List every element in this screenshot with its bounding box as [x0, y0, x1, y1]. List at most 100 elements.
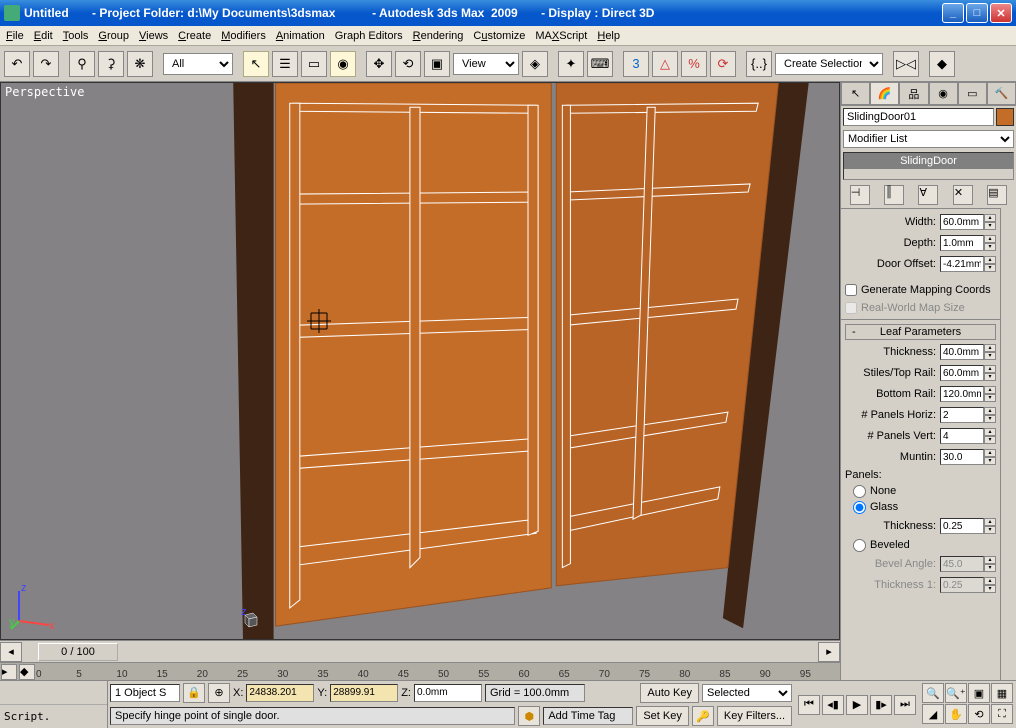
menu-help[interactable]: Help: [597, 30, 620, 42]
make-unique-button[interactable]: ∀: [918, 185, 938, 205]
menu-edit[interactable]: Edit: [34, 30, 53, 42]
utilities-tab[interactable]: 🔨: [987, 82, 1016, 105]
door-offset-input[interactable]: [940, 256, 984, 272]
scale-button[interactable]: ▣: [424, 51, 450, 77]
absolute-transform-button[interactable]: ⊕: [208, 683, 230, 703]
width-spin-up[interactable]: ▴: [984, 214, 996, 222]
modstack-item[interactable]: SlidingDoor: [844, 153, 1013, 169]
timeslider-right-button[interactable]: ▸: [818, 642, 840, 662]
modify-tab[interactable]: 🌈: [870, 82, 899, 105]
leaf-thickness-input[interactable]: [940, 344, 984, 360]
prev-frame-button[interactable]: ◂▮: [822, 695, 844, 715]
bind-spacewarp-button[interactable]: ❋: [127, 51, 153, 77]
create-tab[interactable]: ↖: [841, 82, 870, 105]
next-frame-button[interactable]: ▮▸: [870, 695, 892, 715]
remove-modifier-button[interactable]: ✕: [953, 185, 973, 205]
menu-maxscript[interactable]: MAXScript: [535, 30, 587, 42]
undo-button[interactable]: ↶: [4, 51, 30, 77]
keyboard-shortcut-button[interactable]: ⌨: [587, 51, 613, 77]
configure-sets-button[interactable]: ▤: [987, 185, 1007, 205]
menu-animation[interactable]: Animation: [276, 30, 325, 42]
add-time-tag[interactable]: Add Time Tag: [543, 707, 633, 725]
stiles-input[interactable]: [940, 365, 984, 381]
time-slider[interactable]: ◂ 0 / 100 ▸: [0, 640, 840, 662]
glass-thick-input[interactable]: [940, 518, 984, 534]
depth-spin-up[interactable]: ▴: [984, 235, 996, 243]
setkey-button[interactable]: Set Key: [636, 706, 689, 726]
panels-vert-input[interactable]: [940, 428, 984, 444]
width-input[interactable]: [940, 214, 984, 230]
orbit-button[interactable]: ⟲: [968, 704, 990, 724]
selection-filter-dropdown[interactable]: All: [163, 53, 233, 75]
panels-none-radio[interactable]: [853, 485, 866, 498]
goto-start-button[interactable]: ⏮: [798, 695, 820, 715]
modifier-stack[interactable]: SlidingDoor: [843, 152, 1014, 180]
y-coord[interactable]: 28899.91: [330, 684, 398, 702]
show-end-result-button[interactable]: ║: [884, 185, 904, 205]
move-button[interactable]: ✥: [366, 51, 392, 77]
percent-snap-button[interactable]: %: [681, 51, 707, 77]
motion-tab[interactable]: ◉: [929, 82, 958, 105]
menu-customize[interactable]: Customize: [473, 30, 525, 42]
pivot-center-button[interactable]: ◈: [522, 51, 548, 77]
trackbar-keys-button[interactable]: ◆: [19, 664, 35, 680]
menu-tools[interactable]: Tools: [63, 30, 89, 42]
goto-end-button[interactable]: ⏭: [894, 695, 916, 715]
pan-button[interactable]: ✋: [945, 704, 967, 724]
z-coord[interactable]: 0.0mm: [414, 684, 482, 702]
zoom-extents-button[interactable]: ▣: [968, 683, 990, 703]
select-button[interactable]: ↖: [243, 51, 269, 77]
lock-selection-button[interactable]: 🔒: [183, 683, 205, 703]
menu-views[interactable]: Views: [139, 30, 168, 42]
width-spin-down[interactable]: ▾: [984, 222, 996, 230]
object-color-swatch[interactable]: [996, 108, 1014, 126]
unlink-button[interactable]: ⚳: [98, 51, 124, 77]
comm-center-button[interactable]: ⬢: [518, 706, 540, 726]
depth-input[interactable]: [940, 235, 984, 251]
menu-rendering[interactable]: Rendering: [413, 30, 464, 42]
object-name-input[interactable]: [843, 108, 994, 126]
hierarchy-tab[interactable]: 品: [899, 82, 928, 105]
panels-glass-radio[interactable]: [853, 501, 866, 514]
trackbar-expand-button[interactable]: ▸: [1, 664, 17, 680]
modifier-list-dropdown[interactable]: Modifier List: [843, 130, 1014, 148]
spinner-snap-button[interactable]: ⟳: [710, 51, 736, 77]
menu-file[interactable]: File: [6, 30, 24, 42]
named-sel-edit-button[interactable]: {..}: [746, 51, 772, 77]
menu-create[interactable]: Create: [178, 30, 211, 42]
select-region-button[interactable]: ▭: [301, 51, 327, 77]
angle-snap-button[interactable]: △: [652, 51, 678, 77]
redo-button[interactable]: ↷: [33, 51, 59, 77]
offset-spin-up[interactable]: ▴: [984, 256, 996, 264]
select-by-name-button[interactable]: ☰: [272, 51, 298, 77]
pin-stack-button[interactable]: ⊣: [850, 185, 870, 205]
ref-coord-dropdown[interactable]: View: [453, 53, 519, 75]
zoom-button[interactable]: 🔍: [922, 683, 944, 703]
panels-beveled-radio[interactable]: [853, 539, 866, 552]
align-button[interactable]: ◆: [929, 51, 955, 77]
window-crossing-button[interactable]: ◉: [330, 51, 356, 77]
keyfilters-button[interactable]: Key Filters...: [717, 706, 792, 726]
zoom-all-button[interactable]: 🔍⁺: [945, 683, 967, 703]
manipulate-button[interactable]: ✦: [558, 51, 584, 77]
menu-modifiers[interactable]: Modifiers: [221, 30, 266, 42]
close-button[interactable]: ✕: [990, 3, 1012, 23]
cmdpanel-scrollbar[interactable]: [1000, 208, 1016, 680]
x-coord[interactable]: 24838.201: [246, 684, 314, 702]
maximize-viewport-button[interactable]: ⛶: [991, 704, 1013, 724]
trackbar[interactable]: ▸ ◆ 051015202530354045505560657075808590…: [0, 662, 840, 680]
depth-spin-down[interactable]: ▾: [984, 243, 996, 251]
menu-group[interactable]: Group: [98, 30, 129, 42]
bottom-rail-input[interactable]: [940, 386, 984, 402]
fov-button[interactable]: ◢: [922, 704, 944, 724]
gen-mapping-checkbox[interactable]: [845, 284, 857, 296]
viewport-perspective[interactable]: Perspective: [0, 82, 840, 640]
leaf-params-rollout[interactable]: Leaf Parameters: [845, 324, 996, 340]
key-icon-button[interactable]: 🔑: [692, 706, 714, 726]
display-tab[interactable]: ▭: [958, 82, 987, 105]
link-button[interactable]: ⚲: [69, 51, 95, 77]
muntin-input[interactable]: [940, 449, 984, 465]
zoom-extents-all-button[interactable]: ▦: [991, 683, 1013, 703]
rotate-button[interactable]: ⟲: [395, 51, 421, 77]
maximize-button[interactable]: □: [966, 3, 988, 23]
